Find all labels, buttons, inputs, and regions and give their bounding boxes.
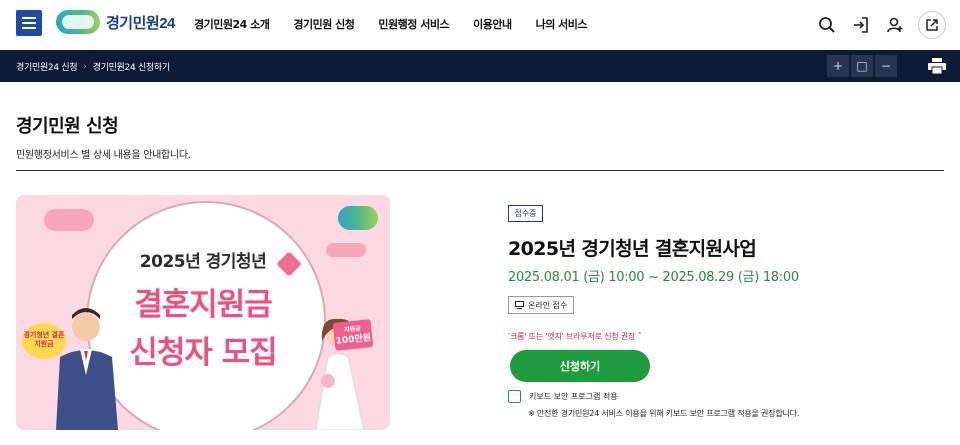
keyboard-security-checkbox[interactable]: 키보드 보안 프로그램 적용 bbox=[508, 390, 618, 403]
utility-icons bbox=[816, 11, 946, 39]
share-icon[interactable] bbox=[918, 11, 946, 39]
browser-notice: '크롬' 또는 '엣지' 브라우저로 신청 권장 ˚ bbox=[508, 332, 642, 341]
zoom-reset-button[interactable]: □ bbox=[851, 55, 873, 77]
keyboard-security-note: ※ 안전한 경기민원24 서비스 이용을 위해 키보드 보안 프로그램 적용을 … bbox=[528, 409, 800, 418]
logo-text: 경기민원24 bbox=[106, 14, 175, 32]
logo-badge-icon bbox=[56, 10, 100, 34]
title-divider bbox=[16, 170, 944, 171]
nav-item-guide[interactable]: 이용안내 bbox=[473, 16, 512, 32]
channel-label: 온라인 접수 bbox=[528, 300, 568, 310]
menu-bar-icon bbox=[22, 17, 36, 19]
zoom-in-button[interactable]: + bbox=[827, 55, 849, 77]
search-icon[interactable] bbox=[816, 14, 838, 36]
page-title: 경기민원 신청 bbox=[16, 116, 119, 137]
service-title: 2025년 경기청년 결혼지원사업 bbox=[508, 238, 757, 260]
breadcrumb: 경기민원24 신청 › 경기민원24 신청하기 bbox=[16, 60, 171, 74]
poster-logo-icon bbox=[338, 206, 378, 230]
service-poster-image: 2025년 경기청년 결혼지원금 신청자 모집 경기청년 결혼지원금 지원금 1… bbox=[16, 195, 390, 430]
cloud-decoration bbox=[44, 209, 94, 231]
user-add-icon[interactable] bbox=[884, 14, 906, 36]
channel-badge: 온라인 접수 bbox=[508, 296, 575, 314]
print-icon[interactable] bbox=[928, 58, 946, 75]
login-icon[interactable] bbox=[850, 14, 872, 36]
application-period: 2025.08.01 (금) 10:00 ~ 2025.08.29 (금) 18… bbox=[508, 270, 799, 285]
keyboard-security-label: 키보드 보안 프로그램 적용 bbox=[529, 392, 618, 401]
monitor-icon bbox=[515, 301, 524, 309]
checkbox-box[interactable] bbox=[508, 390, 521, 403]
chevron-right-icon: › bbox=[83, 61, 87, 72]
poster-sign-right-amount: 100만원 bbox=[335, 333, 372, 347]
site-logo[interactable]: 경기민원24 bbox=[56, 10, 175, 34]
zoom-controls: + □ − bbox=[827, 55, 897, 77]
nav-item-my-service[interactable]: 나의 서비스 bbox=[536, 16, 588, 32]
menu-bar-icon bbox=[22, 22, 36, 24]
breadcrumb-bar: 경기민원24 신청 › 경기민원24 신청하기 + □ − bbox=[0, 50, 960, 82]
nav-item-apply[interactable]: 경기민원 신청 bbox=[293, 16, 355, 32]
apply-button[interactable]: 신청하기 bbox=[510, 350, 650, 382]
breadcrumb-item-apply[interactable]: 경기민원24 신청 bbox=[16, 60, 78, 73]
main-navigation: 경기민원24 소개 경기민원 신청 민원행정 서비스 이용안내 나의 서비스 bbox=[194, 16, 588, 32]
nav-item-intro[interactable]: 경기민원24 소개 bbox=[194, 16, 270, 32]
breadcrumb-item-apply-now[interactable]: 경기민원24 신청하기 bbox=[93, 60, 171, 73]
poster-year-line: 2025년 경기청년 bbox=[139, 252, 267, 272]
poster-sign-right: 지원금 100만원 bbox=[332, 319, 374, 351]
site-header: 경기민원24 경기민원24 소개 경기민원 신청 민원행정 서비스 이용안내 나… bbox=[0, 0, 960, 50]
menu-bar-icon bbox=[22, 27, 36, 29]
zoom-out-button[interactable]: − bbox=[875, 55, 897, 77]
hamburger-menu-button[interactable] bbox=[16, 10, 42, 36]
nav-item-admin-service[interactable]: 민원행정 서비스 bbox=[378, 16, 449, 32]
poster-sign-left: 경기청년 결혼지원금 bbox=[22, 323, 66, 359]
status-badge: 접수중 bbox=[508, 205, 543, 222]
poster-sign-right-top: 지원금 bbox=[343, 325, 362, 334]
page-description: 민원행정서비스 별 상세 내용을 안내합니다. bbox=[16, 150, 191, 161]
